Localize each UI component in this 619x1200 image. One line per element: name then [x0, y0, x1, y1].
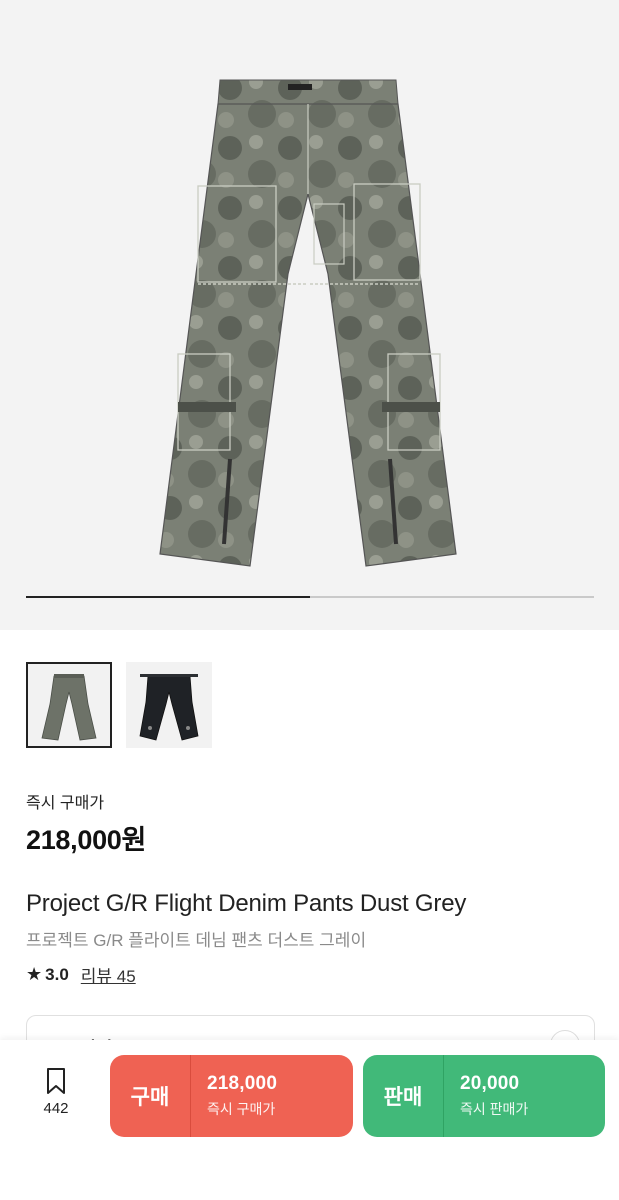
- buy-button-subtitle: 즉시 구매가: [207, 1101, 276, 1117]
- sell-button-price: 20,000: [460, 1073, 520, 1094]
- gallery-progress-track: [26, 596, 594, 598]
- instant-buy-price: 218,000원: [26, 825, 147, 855]
- star-icon: ★: [26, 964, 43, 984]
- grey-pants-thumbnail[interactable]: [26, 662, 112, 748]
- product-title-korean: 프로젝트 G/R 플라이트 데님 팬츠 더스트 그레이: [26, 931, 367, 950]
- grey-pants-thumbnail-image: [41, 674, 97, 741]
- black-pants-thumbnail-image: [139, 674, 199, 741]
- black-pants-thumbnail[interactable]: [126, 662, 212, 748]
- bookmark-icon: [47, 1068, 65, 1094]
- gallery-progress-fill: [26, 596, 310, 598]
- buy-button-label: 구매: [130, 1086, 170, 1109]
- product-title-english: Project G/R Flight Denim Pants Dust Grey: [26, 890, 467, 917]
- grey-pants-image: [159, 79, 457, 567]
- buy-button-price: 218,000: [207, 1073, 278, 1094]
- product-image-gallery[interactable]: [0, 0, 619, 630]
- buy-button[interactable]: 구매 218,000 즉시 구매가: [110, 1055, 353, 1137]
- instant-buy-price-label: 즉시 구매가: [26, 795, 105, 812]
- sell-button-subtitle: 즉시 판매가: [460, 1101, 529, 1117]
- bookmark-button[interactable]: 442: [34, 1066, 78, 1117]
- rating-row: ★ 3.0 리뷰 45: [26, 962, 136, 987]
- bookmark-count: 442: [43, 1100, 69, 1117]
- sell-button[interactable]: 판매 20,000 즉시 판매가: [363, 1055, 605, 1137]
- rating-score: 3.0: [45, 964, 69, 984]
- sell-button-label: 판매: [383, 1086, 423, 1109]
- reviews-link[interactable]: 리뷰 45: [81, 962, 136, 987]
